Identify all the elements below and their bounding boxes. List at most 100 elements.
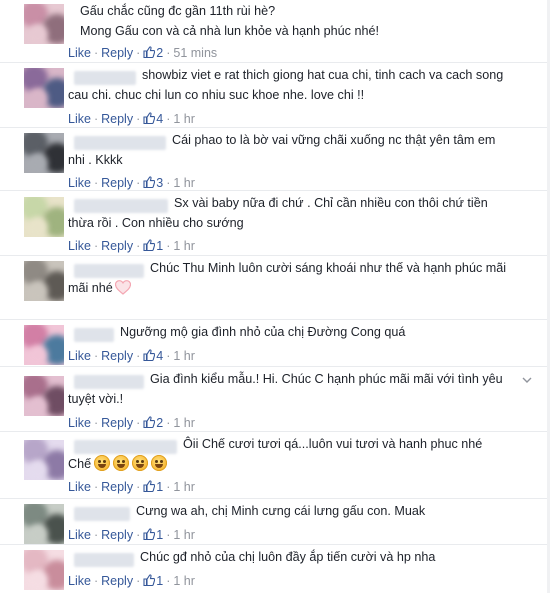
comment-item: Cái phao to là bờ vai vững chãi xuống nc…	[0, 127, 550, 196]
like-count-value: 1	[156, 480, 164, 494]
commenter-avatar[interactable]	[24, 4, 64, 44]
comment-body: Ôii Chế cươi tươi qá...luôn vui tươi và …	[68, 437, 483, 471]
comment-text: Ngưỡng mộ gia đình nhỏ của chị Đường Con…	[68, 322, 508, 342]
reply-link[interactable]: Reply	[101, 112, 133, 126]
commenter-avatar[interactable]	[24, 68, 64, 108]
comment-divider	[0, 319, 550, 320]
comment-text: Ôii Chế cươi tươi qá...luôn vui tươi và …	[68, 434, 508, 474]
like-thumb-icon	[143, 46, 156, 58]
commenter-avatar[interactable]	[24, 325, 64, 365]
comment-item: Ngưỡng mộ gia đình nhỏ của chị Đường Con…	[0, 319, 550, 369]
comment-timestamp[interactable]: 1 hr	[173, 112, 195, 126]
reply-link[interactable]: Reply	[101, 480, 133, 494]
reply-link[interactable]: Reply	[101, 528, 133, 542]
comment-actions: Like · Reply · 4 · 1 hr	[68, 347, 195, 365]
chevron-down-icon[interactable]	[522, 375, 532, 385]
reply-link[interactable]: Reply	[101, 239, 133, 253]
comment-body: Gia đình kiểu mẫu.! Hi. Chúc C hạnh phúc…	[68, 372, 507, 406]
like-count[interactable]: 4	[143, 349, 163, 363]
like-count[interactable]: 1	[143, 574, 163, 588]
separator-dot: ·	[93, 528, 99, 542]
like-count[interactable]: 2	[143, 416, 163, 430]
separator-dot: ·	[136, 574, 141, 588]
comment-timestamp[interactable]: 1 hr	[173, 176, 195, 190]
comment-timestamp[interactable]: 1 hr	[173, 416, 195, 430]
reply-link[interactable]: Reply	[101, 574, 133, 588]
comment-timestamp[interactable]: 1 hr	[173, 574, 195, 588]
separator-dot: ·	[136, 46, 141, 60]
separator-dot: ·	[93, 349, 99, 363]
like-count[interactable]: 1	[143, 239, 163, 253]
separator-dot: ·	[136, 112, 141, 126]
comment-actions: Like · Reply · 1 · 1 hr	[68, 478, 195, 496]
comments-list: Gấu chắc cũng đc gần 11th rùi hè? Mong G…	[0, 0, 550, 593]
like-link[interactable]: Like	[68, 528, 91, 542]
comment-divider	[0, 544, 550, 545]
separator-dot: ·	[136, 528, 141, 542]
comment-timestamp[interactable]: 1 hr	[173, 528, 195, 542]
like-count[interactable]: 1	[143, 528, 163, 542]
comment-timestamp[interactable]: 1 hr	[173, 480, 195, 494]
separator-dot: ·	[93, 176, 99, 190]
like-count[interactable]: 2	[143, 46, 163, 60]
like-count[interactable]: 3	[143, 176, 163, 190]
like-link[interactable]: Like	[68, 176, 91, 190]
like-count[interactable]: 4	[143, 112, 163, 126]
commenter-avatar[interactable]	[24, 197, 64, 237]
like-link[interactable]: Like	[68, 416, 91, 430]
comment-timestamp[interactable]: 1 hr	[173, 239, 195, 253]
comment-body: showbiz viet e rat thich giong hat cua c…	[68, 68, 507, 102]
reply-link[interactable]: Reply	[101, 416, 133, 430]
comment-actions: Like · Reply · 2 · 51 mins	[68, 44, 217, 62]
like-link[interactable]: Like	[68, 112, 91, 126]
like-thumb-icon	[143, 528, 156, 540]
reply-link[interactable]: Reply	[101, 349, 133, 363]
like-link[interactable]: Like	[68, 239, 91, 253]
separator-dot: ·	[93, 574, 99, 588]
comment-divider	[0, 366, 550, 367]
comment-item: showbiz viet e rat thich giong hat cua c…	[0, 62, 550, 132]
comment-text: Chúc gđ nhỏ của chị luôn đầy ắp tiến cườ…	[68, 547, 508, 567]
comment-item: Ôii Chế cươi tươi qá...luôn vui tươi và …	[0, 431, 550, 500]
reply-link[interactable]: Reply	[101, 176, 133, 190]
comment-timestamp[interactable]: 51 mins	[173, 46, 217, 60]
separator-dot: ·	[166, 416, 171, 430]
separator-dot: ·	[93, 46, 99, 60]
like-thumb-icon	[143, 239, 156, 251]
commenter-avatar[interactable]	[24, 376, 64, 416]
comment-text: Cưng wa ah, chị Minh cưng cái lưng gấu c…	[68, 501, 508, 521]
separator-dot: ·	[166, 239, 171, 253]
like-thumb-icon	[143, 112, 156, 124]
separator-dot: ·	[166, 528, 171, 542]
reply-link[interactable]: Reply	[101, 46, 133, 60]
like-link[interactable]: Like	[68, 574, 91, 588]
like-thumb-icon	[143, 349, 156, 361]
comment-item: Cưng wa ah, chị Minh cưng cái lưng gấu c…	[0, 498, 550, 548]
laughing-emoji-icon	[94, 455, 111, 471]
comment-divider	[0, 127, 550, 128]
comment-actions: Like · Reply · 1 · 1 hr	[68, 526, 195, 544]
comment-body: Cái phao to là bờ vai vững chãi xuống nc…	[68, 133, 499, 167]
commenter-avatar[interactable]	[24, 550, 64, 590]
like-count[interactable]: 1	[143, 480, 163, 494]
comment-item: Gấu chắc cũng đc gần 11th rùi hè? Mong G…	[0, 4, 550, 66]
like-link[interactable]: Like	[68, 480, 91, 494]
separator-dot: ·	[166, 112, 171, 126]
separator-dot: ·	[93, 239, 99, 253]
like-thumb-icon	[143, 480, 156, 492]
comment-timestamp[interactable]: 1 hr	[173, 349, 195, 363]
comment-text: Chúc Thu Minh luôn cười sáng khoái như t…	[68, 258, 508, 298]
commenter-avatar[interactable]	[24, 133, 64, 173]
commenter-avatar[interactable]	[24, 261, 64, 301]
separator-dot: ·	[166, 480, 171, 494]
like-link[interactable]: Like	[68, 349, 91, 363]
separator-dot: ·	[93, 416, 99, 430]
comment-divider	[0, 255, 550, 256]
comment-actions: Like · Reply · 1 · 1 hr	[68, 237, 195, 255]
comment-text: Gấu chắc cũng đc gần 11th rùi hè? Mong G…	[80, 1, 508, 41]
like-link[interactable]: Like	[68, 46, 91, 60]
commenter-avatar[interactable]	[24, 504, 64, 544]
like-count-value: 2	[156, 46, 164, 60]
like-thumb-icon	[143, 176, 156, 188]
commenter-avatar[interactable]	[24, 440, 64, 480]
